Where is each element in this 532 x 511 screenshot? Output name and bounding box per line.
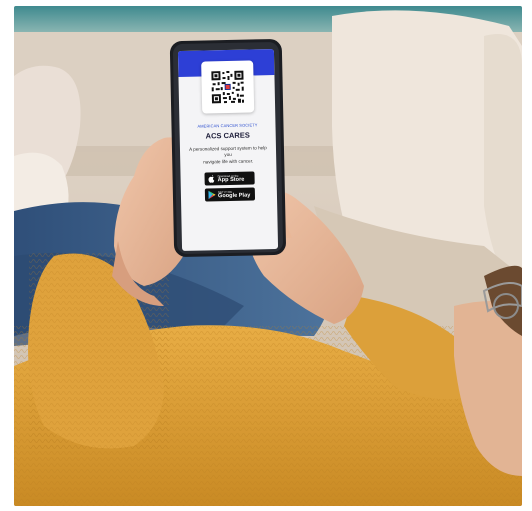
google-play-button[interactable]: GET IT ON Google Play	[204, 187, 256, 202]
phone-screen: AMERICAN CANCER SOCIETY ACS CARES A pers…	[177, 49, 279, 251]
photo: AMERICAN CANCER SOCIETY ACS CARES A pers…	[14, 6, 522, 506]
apple-icon	[208, 174, 215, 183]
app-store-button[interactable]: Download on the App Store	[204, 171, 255, 186]
app-store-big-text: App Store	[217, 176, 245, 184]
google-play-icon	[208, 190, 216, 200]
tagline-line-2: navigate life with cancer.	[203, 158, 254, 165]
google-play-big-text: Google Play	[217, 192, 251, 200]
organization-label: AMERICAN CANCER SOCIETY	[197, 122, 258, 129]
qr-code-card	[201, 60, 255, 114]
app-title: ACS CARES	[205, 130, 250, 141]
qr-code-icon	[210, 69, 246, 105]
tagline: A personalized support system to help yo…	[186, 145, 270, 166]
